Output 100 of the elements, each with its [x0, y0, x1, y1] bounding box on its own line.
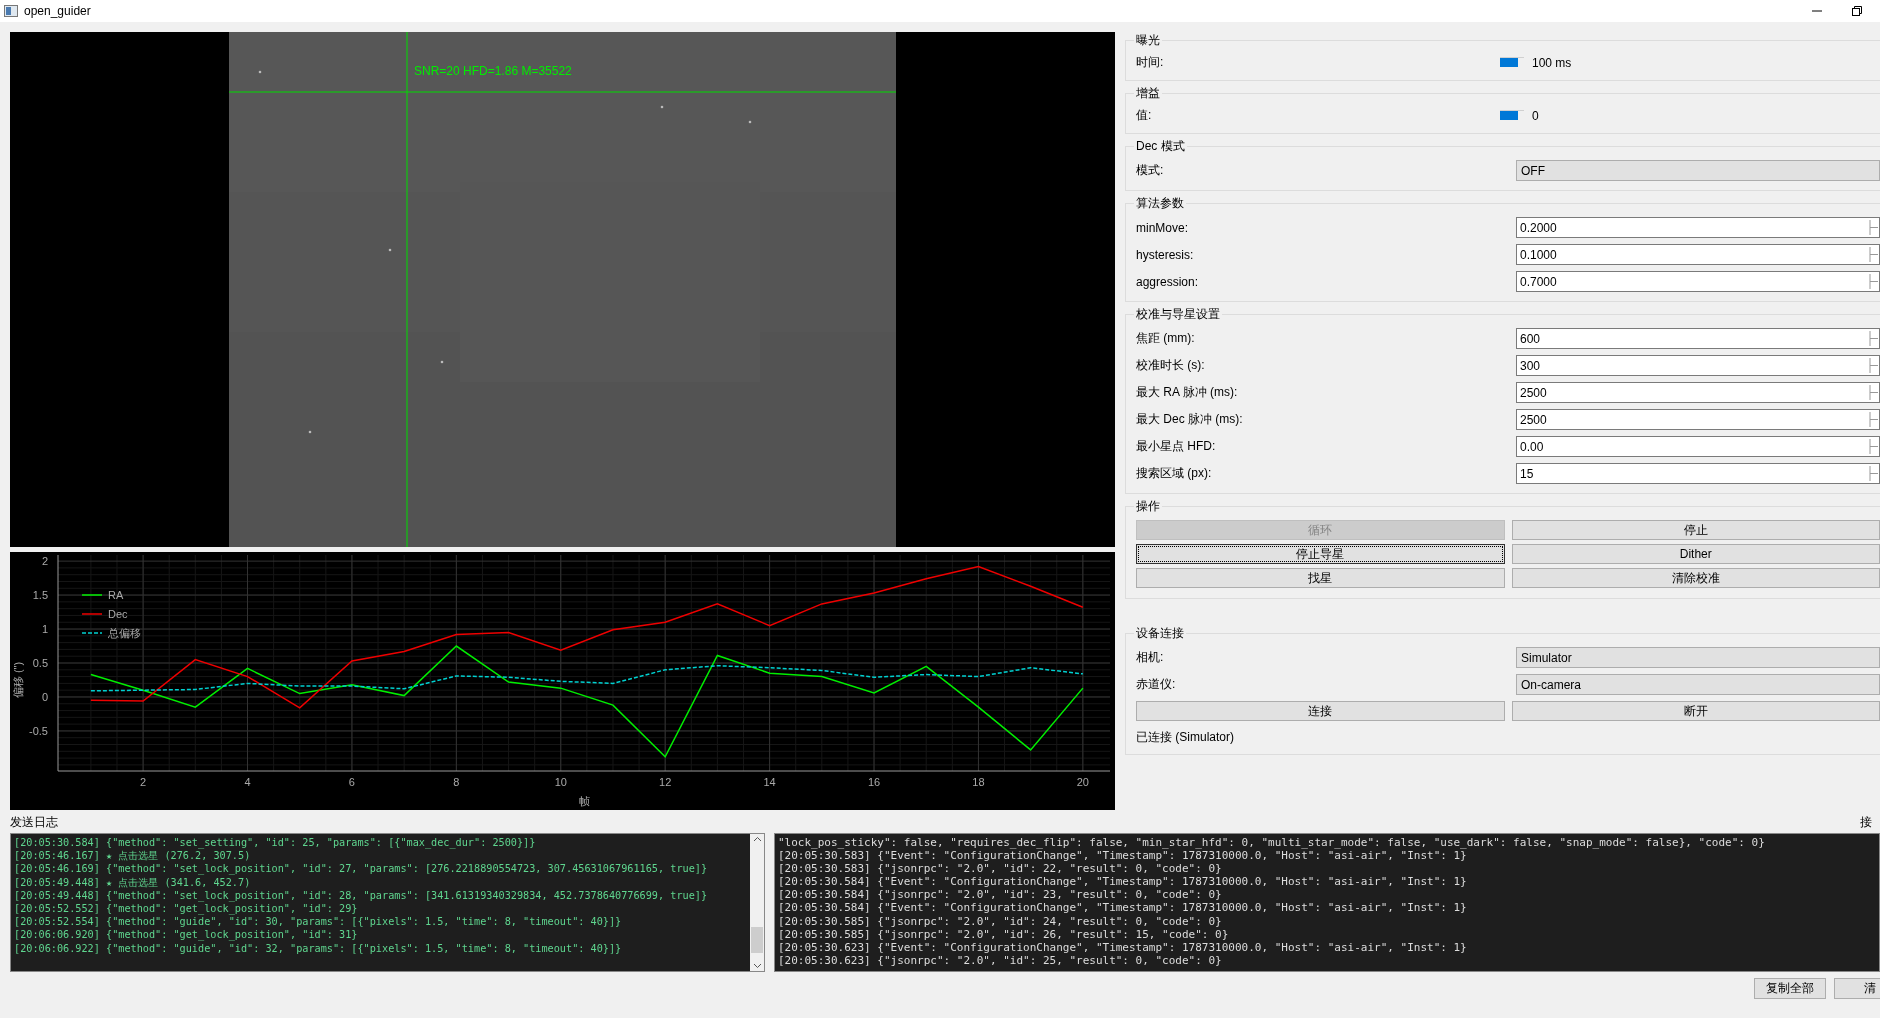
- log-title: 接: [1860, 814, 1872, 831]
- legend-line: [81, 613, 103, 615]
- log-line: [20:05:30.585] {"jsonrpc": "2.0", "id": 24, "result": 0, "code": 0}: [778, 914, 1223, 928]
- spin-field[interactable]: 2500: [1516, 409, 1880, 430]
- tick-label: 16: [867, 776, 881, 788]
- window-title: open_guider: [24, 4, 92, 18]
- field-label: 最大 RA 脉冲 (ms):: [1136, 384, 1238, 401]
- group-title: 算法参数: [1135, 195, 1185, 212]
- slider-thumb[interactable]: [1500, 58, 1518, 67]
- log-line: [20:05:30.583] {"jsonrpc": "2.0", "id": 22, "result": 0, "code": 0}: [778, 862, 1223, 876]
- group-title: 校准与导星设置: [1135, 306, 1221, 323]
- spin-arrows-icon[interactable]: [1869, 357, 1879, 374]
- log-line: [20:05:30.585] {"jsonrpc": "2.0", "id": 26, "result": 15, "code": 0}: [778, 927, 1230, 941]
- spin-arrows-icon[interactable]: [1869, 465, 1879, 482]
- spin-arrows-icon[interactable]: [1869, 411, 1879, 428]
- slider[interactable]: [1500, 57, 1524, 68]
- spin-field[interactable]: 0.7000: [1516, 271, 1880, 292]
- field-label: 焦距 (mm):: [1136, 330, 1195, 347]
- group-title: Dec 模式: [1135, 138, 1186, 155]
- log-line: [20:05:46.167] ★ 点击选星 (276.2, 307.5): [14, 849, 252, 863]
- legend-line: [81, 594, 103, 596]
- spin-arrows-icon[interactable]: [1869, 246, 1879, 263]
- log-line: [20:05:30.584] {"Event": "ConfigurationChange", "Timestamp": 1787310000.0, "Host": "asi-air", "Inst": 1}: [778, 875, 1468, 889]
- field-label: 搜索区域 (px):: [1136, 465, 1212, 482]
- dropdown[interactable]: OFF: [1516, 160, 1880, 181]
- log-button[interactable]: 清: [1834, 978, 1880, 999]
- spin-field[interactable]: 0.1000: [1516, 244, 1880, 265]
- action-button[interactable]: 停止: [1511, 520, 1880, 540]
- log-line: [20:05:30.623] {"jsonrpc": "2.0", "id": 25, "result": 0, "code": 0}: [778, 953, 1223, 967]
- slider[interactable]: [1500, 110, 1524, 121]
- action-button[interactable]: 停止导星: [1136, 544, 1505, 564]
- log-line: [20:05:30.584] {"Event": "ConfigurationChange", "Timestamp": 1787310000.0, "Host": "asi-air", "Inst": 1}: [778, 901, 1468, 915]
- field-label: 最小星点 HFD:: [1136, 438, 1216, 455]
- spin-field[interactable]: 15: [1516, 463, 1880, 484]
- group-title: 增益: [1135, 85, 1161, 102]
- tick-label: -0.5: [29, 724, 48, 737]
- tick-label: 1: [41, 623, 48, 636]
- log-title: 发送日志: [10, 814, 58, 831]
- spin-arrows-icon[interactable]: [1869, 273, 1879, 290]
- tick-label: 14: [763, 776, 776, 788]
- spin-field[interactable]: 300: [1516, 355, 1880, 376]
- scrollbar-thumb[interactable]: [751, 927, 763, 953]
- log-line: [20:05:52.554] {"method": "guide", "id": 30, "params": [{"pixels": 1.5, "time": 8, "timeout": 40}]}: [14, 915, 623, 929]
- log-line: [20:05:52.552] {"method": "get_lock_position", "id": 29}: [14, 902, 359, 916]
- field-label: 校准时长 (s):: [1136, 357, 1205, 374]
- field-label: 最大 Dec 脉冲 (ms):: [1136, 411, 1243, 428]
- axis-label: 偏移 ("): [12, 661, 24, 699]
- field-label: 模式:: [1136, 162, 1164, 179]
- group-title: 曝光: [1135, 32, 1161, 49]
- log-line: "lock_pos_sticky": false, "requires_dec_flip": false, "min_star_hfd": 0, "multi_star_mode": false, "use_dark": false, "snap_mode": false}, "code": 0}: [778, 836, 1766, 850]
- spin-field[interactable]: 600: [1516, 328, 1880, 349]
- log-line: [20:05:46.169] {"method": "set_lock_position", "id": 27, "params": [276.2218890554723, 307.45631067961165, true]}: [14, 862, 709, 876]
- legend-line: [81, 632, 103, 634]
- group-title: 设备连接: [1135, 625, 1185, 642]
- action-button[interactable]: Dither: [1511, 544, 1880, 564]
- legend-label: RA: [108, 589, 124, 601]
- field-label: 相机:: [1136, 649, 1164, 666]
- scroll-down-icon[interactable]: [752, 963, 762, 969]
- log-line: [20:05:49.448] ★ 点击选星 (341.6, 452.7): [14, 875, 252, 889]
- field-label: 赤道仪:: [1136, 676, 1176, 693]
- action-button[interactable]: 断开: [1511, 701, 1880, 721]
- tick-label: 1.5: [32, 589, 48, 602]
- log-line: [20:06:06.920] {"method": "get_lock_position", "id": 31}: [14, 928, 359, 942]
- field-label: 值:: [1136, 107, 1152, 124]
- field-label: minMove:: [1136, 220, 1188, 235]
- scrollbar[interactable]: [750, 834, 764, 971]
- group-title: 操作: [1135, 498, 1161, 515]
- log-line: [20:05:30.584] {"jsonrpc": "2.0", "id": 23, "result": 0, "code": 0}: [778, 888, 1223, 902]
- slider-thumb[interactable]: [1500, 111, 1518, 120]
- slider-value: 100 ms: [1532, 55, 1572, 70]
- field-label: hysteresis:: [1136, 247, 1194, 262]
- log-line: [20:05:30.583] {"Event": "ConfigurationChange", "Timestamp": 1787310000.0, "Host": "asi-air", "Inst": 1}: [778, 849, 1468, 863]
- spin-field[interactable]: 0.2000: [1516, 217, 1880, 238]
- log-line: [20:06:06.922] {"method": "guide", "id": 32, "params": [{"pixels": 1.5, "time": 8, "timeout": 40}]}: [14, 941, 623, 955]
- spin-arrows-icon[interactable]: [1869, 384, 1879, 401]
- log-line: [20:05:30.584] {"method": "set_setting", "id": 25, "params": [{"max_dec_dur": 2500}]}: [14, 836, 537, 850]
- tick-label: 2: [140, 776, 147, 788]
- action-button[interactable]: 清除校准: [1511, 568, 1880, 588]
- restore-icon[interactable]: [1852, 6, 1862, 16]
- log-line: [20:05:49.448] {"method": "set_lock_position", "id": 28, "params": [341.61319340329834, 452.7378640776699, true]}: [14, 888, 709, 902]
- tick-label: 0: [41, 690, 48, 703]
- spin-arrows-icon[interactable]: [1869, 438, 1879, 455]
- dropdown[interactable]: Simulator: [1516, 647, 1880, 668]
- tick-label: 4: [244, 776, 251, 788]
- log-line: [20:05:30.623] {"Event": "ConfigurationChange", "Timestamp": 1787310000.0, "Host": "asi-air", "Inst": 1}: [778, 940, 1468, 954]
- action-button[interactable]: 连接: [1136, 701, 1505, 721]
- scroll-up-icon[interactable]: [752, 836, 762, 842]
- star-stats: SNR=20 HFD=1.86 M=35522: [414, 64, 572, 78]
- tick-label: 10: [554, 776, 567, 788]
- spin-field[interactable]: 2500: [1516, 382, 1880, 403]
- spin-field[interactable]: 0.00: [1516, 436, 1880, 457]
- tick-label: 2: [41, 555, 48, 568]
- dropdown[interactable]: On-camera: [1516, 674, 1880, 695]
- tick-label: 12: [659, 776, 672, 788]
- log-button[interactable]: 复制全部: [1754, 978, 1826, 999]
- spin-arrows-icon[interactable]: [1869, 330, 1879, 347]
- field-label: 时间:: [1136, 54, 1164, 71]
- action-button[interactable]: 找星: [1136, 568, 1505, 588]
- tick-label: 20: [1076, 776, 1089, 788]
- spin-arrows-icon[interactable]: [1869, 219, 1879, 236]
